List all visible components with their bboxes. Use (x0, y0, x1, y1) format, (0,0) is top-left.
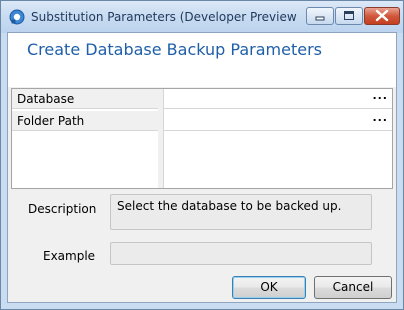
window-title: Substitution Parameters (Developer Previ… (31, 10, 299, 24)
parameter-grid: Database ... Folder Path ... (11, 88, 393, 189)
grid-row-label: Folder Path (12, 111, 158, 131)
grid-row-database[interactable]: Database ... (12, 89, 392, 110)
folder-path-value-field[interactable]: ... (164, 111, 392, 131)
grid-row-label: Database (12, 89, 158, 109)
close-icon (375, 9, 389, 22)
database-value-field[interactable]: ... (164, 89, 392, 109)
example-label: Example (43, 249, 96, 263)
dialog-window: Substitution Parameters (Developer Previ… (0, 0, 404, 310)
cancel-button[interactable]: Cancel (314, 276, 392, 299)
description-label: Description (28, 202, 97, 216)
ok-button[interactable]: OK (232, 276, 306, 299)
example-text (110, 242, 372, 265)
title-bar[interactable]: Substitution Parameters (Developer Previ… (1, 1, 403, 33)
database-browse-button[interactable]: ... (372, 90, 388, 102)
folder-path-browse-button[interactable]: ... (372, 112, 388, 124)
grid-row-folder-path[interactable]: Folder Path ... (12, 111, 392, 132)
app-icon (9, 9, 25, 25)
minimize-icon (315, 16, 325, 21)
page-title: Create Database Backup Parameters (27, 40, 322, 59)
maximize-button[interactable] (335, 7, 363, 25)
dialog-client-area: Create Database Backup Parameters Databa… (7, 32, 397, 303)
description-text: Select the database to be backed up. (110, 194, 372, 230)
close-button[interactable] (364, 7, 400, 25)
maximize-icon (344, 11, 354, 20)
header-panel: Create Database Backup Parameters (8, 33, 396, 87)
minimize-button[interactable] (306, 7, 334, 25)
